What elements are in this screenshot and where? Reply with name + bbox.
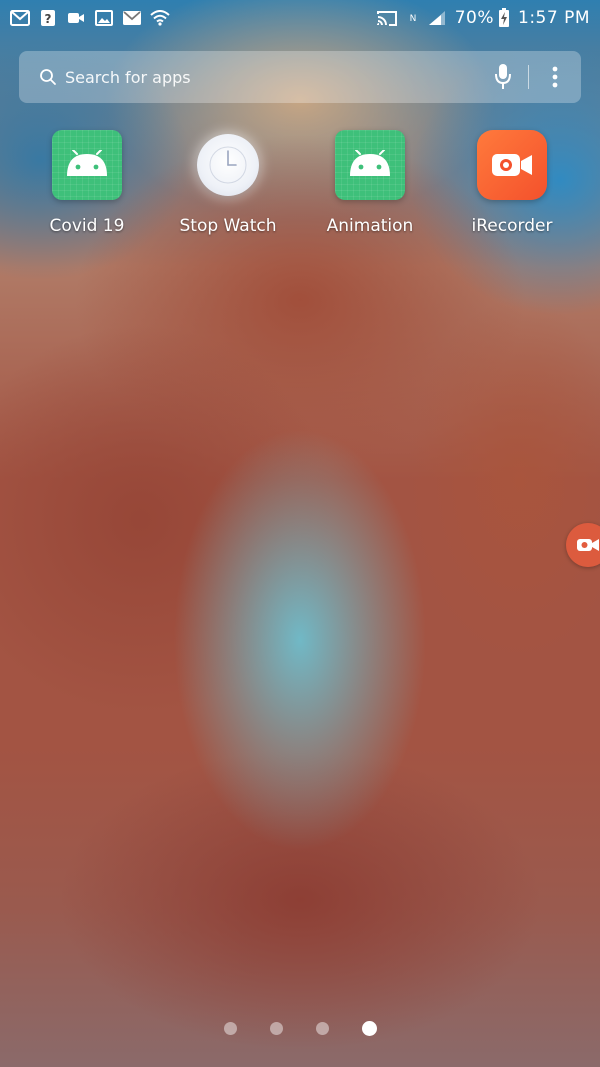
notification-icons: ? bbox=[10, 9, 170, 27]
nfc-icon: N bbox=[407, 9, 419, 27]
app-label: iRecorder bbox=[471, 216, 553, 236]
wifi-icon bbox=[150, 9, 170, 27]
clock-time: 1:57 PM bbox=[518, 8, 590, 28]
home-screen: ? N 70% 1:57 PM Search for apps Covid 19… bbox=[0, 0, 600, 1067]
battery-charging-icon bbox=[498, 8, 510, 27]
search-icon bbox=[37, 66, 59, 88]
app-label: Stop Watch bbox=[179, 216, 277, 236]
clock-icon bbox=[197, 134, 259, 196]
app-label: Animation bbox=[326, 216, 414, 236]
app-search-bar[interactable] bbox=[19, 51, 581, 103]
page-dot[interactable] bbox=[269, 1022, 283, 1035]
more-options-icon[interactable] bbox=[543, 57, 567, 97]
svg-text:?: ? bbox=[45, 12, 52, 26]
gmail-icon bbox=[10, 9, 30, 27]
page-dot[interactable] bbox=[223, 1022, 237, 1035]
system-status: N 70% 1:57 PM bbox=[375, 8, 590, 28]
question-icon: ? bbox=[38, 9, 58, 27]
app-label: Covid 19 bbox=[49, 216, 125, 236]
battery-percent: 70% bbox=[454, 8, 494, 28]
video-camera-icon bbox=[477, 130, 547, 200]
mic-icon[interactable] bbox=[488, 57, 518, 97]
android-icon bbox=[335, 130, 405, 200]
page-indicator bbox=[0, 1021, 600, 1036]
floating-recorder-button[interactable] bbox=[566, 523, 600, 567]
cast-icon bbox=[375, 9, 399, 27]
search-divider bbox=[528, 65, 529, 89]
svg-text:N: N bbox=[409, 14, 416, 24]
video-icon bbox=[66, 9, 86, 27]
signal-icon bbox=[427, 9, 447, 27]
app-animation[interactable]: Animation bbox=[300, 130, 440, 236]
gallery-icon bbox=[94, 9, 114, 27]
mail-icon bbox=[122, 9, 142, 27]
video-camera-icon bbox=[576, 536, 600, 554]
android-icon bbox=[52, 130, 122, 200]
page-dot-active[interactable] bbox=[361, 1021, 377, 1036]
status-bar: ? N 70% 1:57 PM bbox=[0, 0, 600, 36]
app-stop-watch[interactable]: Stop Watch bbox=[158, 130, 298, 236]
app-covid-19[interactable]: Covid 19 bbox=[17, 130, 157, 236]
app-irecorder[interactable]: iRecorder bbox=[442, 130, 582, 236]
search-input[interactable] bbox=[65, 67, 488, 87]
page-dot[interactable] bbox=[315, 1022, 329, 1035]
